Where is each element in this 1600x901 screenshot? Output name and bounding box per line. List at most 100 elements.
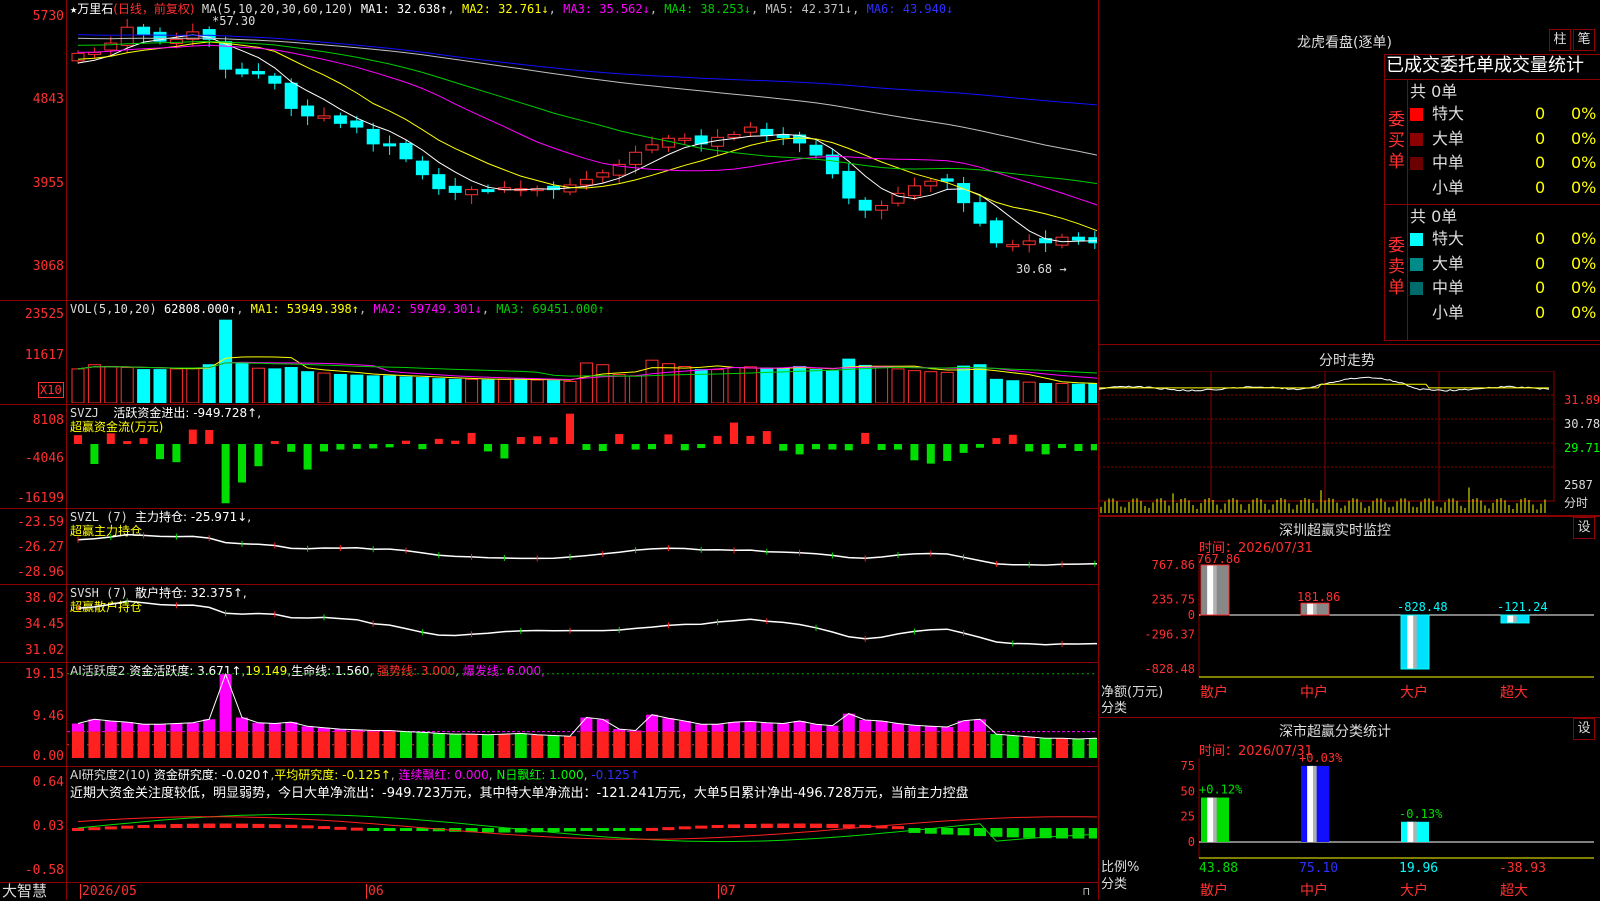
intraday-panel[interactable]: 分时走势 31.89 30.78 29.71 2587 分时 — [1099, 344, 1600, 516]
tick-mode-button[interactable]: 笔 — [1573, 29, 1595, 51]
volume-bar — [1040, 384, 1052, 403]
ai-research-panel[interactable]: AI研究度2(10) 资金研究度: -0.020↑,平均研究度: -0.125↑… — [0, 766, 1098, 883]
activity-bar-high — [597, 719, 609, 731]
fund-flow-bar — [533, 436, 541, 444]
volume-bar — [498, 379, 510, 403]
svzj-tick: 8108 — [0, 414, 64, 428]
sz-class-panel[interactable]: 深市超赢分类统计 设 时间：2026/07/31 75 50 25 0 +0.12% 43… — [1099, 718, 1600, 900]
activity-bar — [564, 736, 576, 758]
net-amount-bar-highlight — [1307, 603, 1313, 615]
volume-bar — [154, 370, 166, 403]
volume-bar — [302, 372, 314, 403]
fund-flow-bar — [451, 441, 459, 444]
bar-mode-button[interactable]: 柱 — [1549, 29, 1571, 51]
price-tick: 5730 — [0, 10, 64, 24]
volume-panel[interactable]: VOL(5,10,20) 62808.000↑, MA1: 53949.398↑… — [0, 300, 1098, 405]
y-tick-label: 25 — [1181, 810, 1195, 824]
ai-active-chart[interactable] — [67, 662, 1097, 766]
value-label: 75.10 — [1299, 861, 1338, 876]
sz-monitor-panel[interactable]: 深圳超赢实时监控 设 时间：2026/07/31 767.86 235.75 0 -2… — [1099, 516, 1600, 718]
intraday-chart[interactable] — [1099, 371, 1600, 516]
candlestick-chart[interactable] — [67, 16, 1097, 296]
candle-body — [876, 205, 888, 210]
volume-bar — [220, 320, 232, 403]
svsh-chart[interactable] — [67, 584, 1097, 662]
volume-bar — [826, 371, 838, 403]
intraday-price-low: 29.71 — [1564, 441, 1600, 455]
buy-color-swatch — [1410, 133, 1423, 146]
category-label: 大户 — [1400, 882, 1428, 899]
ai-research-chart[interactable] — [67, 766, 1097, 882]
fund-flow-bar — [664, 434, 672, 444]
fund-flow-bar — [484, 444, 492, 451]
activity-bar-high — [908, 725, 920, 731]
value-label: 43.88 — [1199, 861, 1238, 876]
svsh-panel[interactable]: SVSH (7) 散户持仓: 32.375↑, 超赢散户持仓 38.02 34.… — [0, 584, 1098, 663]
activity-bar — [170, 732, 182, 758]
fund-flow-bar — [566, 414, 574, 444]
research-bar — [138, 825, 150, 828]
activity-bar — [482, 735, 494, 758]
svzj-chart[interactable] — [67, 404, 1097, 508]
price-panel[interactable]: ★万里石(日线，前复权) MA(5,10,20,30,60,120) MA1: … — [0, 0, 1098, 301]
research-bar — [252, 824, 264, 828]
volume-bar — [252, 368, 264, 403]
y-tick-label: 50 — [1181, 784, 1195, 798]
buy-color-swatch — [1410, 157, 1423, 170]
activity-bar-high — [712, 724, 724, 731]
svzj-panel[interactable]: SVZJ 活跃资金进出: -949.728↑, 超赢资金流(万元) 8108 -… — [0, 404, 1098, 509]
fund-flow-bar — [976, 444, 984, 448]
x-tick-jul: 07 — [718, 884, 736, 899]
volume-bar — [810, 370, 822, 403]
brand-label[interactable]: 大智慧 — [2, 883, 47, 900]
research-bar — [630, 828, 642, 831]
research-bar — [974, 828, 986, 836]
activity-bar — [810, 732, 822, 758]
research-bar — [1007, 828, 1019, 837]
research-bar — [580, 828, 592, 831]
research-bar — [712, 825, 724, 828]
pct-label: -0.13% — [1399, 807, 1443, 821]
sz-monitor-chart[interactable]: 767.86 235.750 -296.37 -828.48 767.86 散户 181.8… — [1099, 517, 1600, 719]
vol-unit-badge[interactable]: X10 — [38, 382, 64, 398]
period-label[interactable]: (日线，前复权) — [113, 2, 194, 16]
research-bar — [646, 828, 658, 831]
activity-bar — [466, 734, 478, 758]
bar-value-label: -828.48 — [1397, 600, 1448, 614]
value-label: -38.93 — [1499, 861, 1546, 876]
research-bar — [826, 824, 838, 828]
research-bar — [613, 828, 625, 831]
sell-row-pct: 0% — [1571, 301, 1596, 325]
volume-bar — [105, 366, 117, 403]
volume-chart[interactable] — [67, 316, 1097, 403]
activity-bar-high — [876, 721, 888, 732]
candle-body — [236, 69, 248, 74]
activity-bar-high — [810, 724, 822, 731]
volume-bar — [466, 379, 478, 403]
svzl-chart[interactable] — [67, 508, 1097, 584]
sz-monitor-xlabel: 分类 — [1101, 697, 1127, 716]
fund-flow-bar — [681, 444, 689, 450]
stock-name[interactable]: 万里石 — [77, 2, 113, 16]
candle-body — [1089, 238, 1097, 243]
volume-bar — [482, 380, 494, 403]
volume-bar — [925, 372, 937, 403]
volume-bar — [712, 370, 724, 403]
y-tick-label: -296.37 — [1144, 627, 1195, 641]
sz-class-chart[interactable]: 75 50 25 0 +0.12% 43.88 散户 +0.03% 75.10 中户 -0.13% 1… — [1099, 718, 1600, 900]
volume-bar — [351, 375, 363, 403]
net-amount-bar-highlight — [1207, 565, 1213, 615]
svzl-panel[interactable]: SVZL (7) 主力持仓: -25.971↓, 超赢主力持仓 -23.59 -… — [0, 508, 1098, 585]
activity-bar — [908, 732, 920, 758]
lock-icon[interactable]: ⊓ — [1083, 885, 1090, 898]
activity-bar — [662, 732, 674, 758]
activity-bar — [187, 732, 199, 758]
intraday-price-high: 31.89 — [1564, 393, 1600, 407]
activity-bar-high — [269, 724, 281, 732]
activity-bar — [154, 732, 166, 758]
research-bar — [761, 824, 773, 828]
candle-body — [302, 106, 314, 116]
volume-bar — [449, 379, 461, 403]
net-amount-bar-shade — [1313, 603, 1316, 615]
ai-active-panel[interactable]: AI活跃度2 资金活跃度: 3.671↑,19.149,生命线: 1.560, … — [0, 662, 1098, 767]
